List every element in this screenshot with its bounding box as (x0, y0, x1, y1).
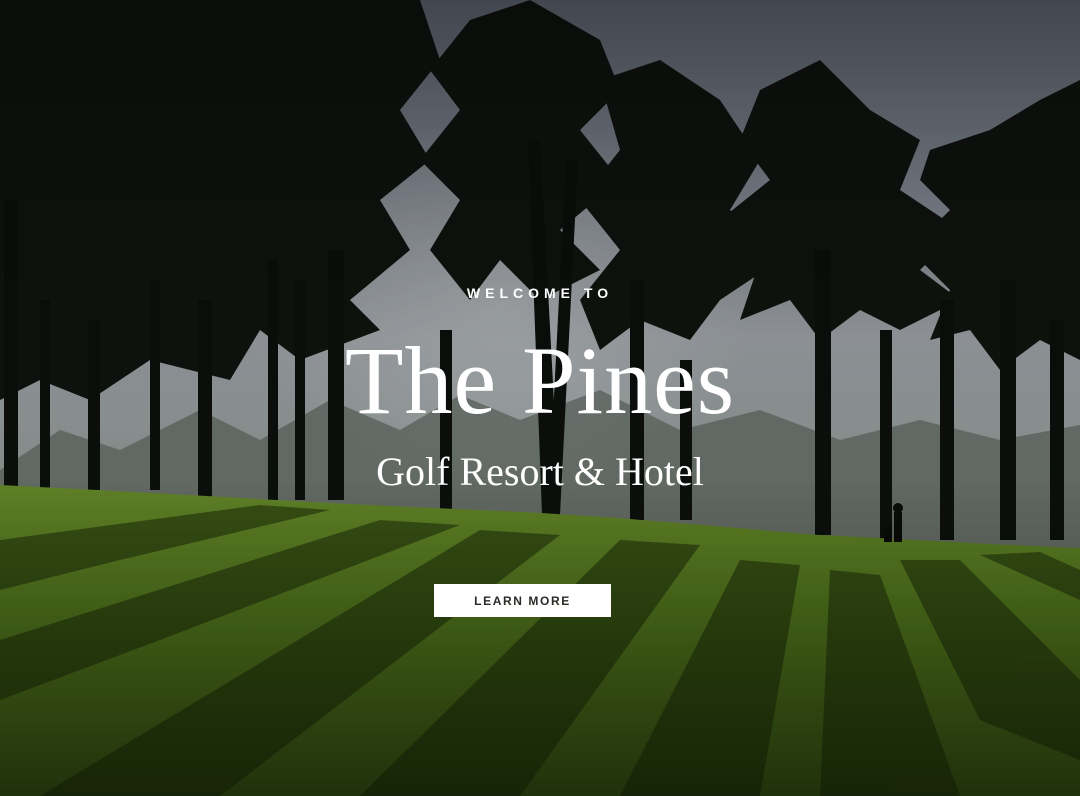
hero-eyebrow: WELCOME TO (466, 285, 614, 301)
hero-subtitle: Golf Resort & Hotel (376, 449, 704, 494)
hero-title: The Pines (344, 327, 736, 434)
hero-content: WELCOME TO The Pines Golf Resort & Hotel… (0, 0, 1080, 796)
learn-more-button[interactable]: LEARN MORE (434, 584, 611, 617)
hero-section: WELCOME TO The Pines Golf Resort & Hotel… (0, 0, 1080, 796)
